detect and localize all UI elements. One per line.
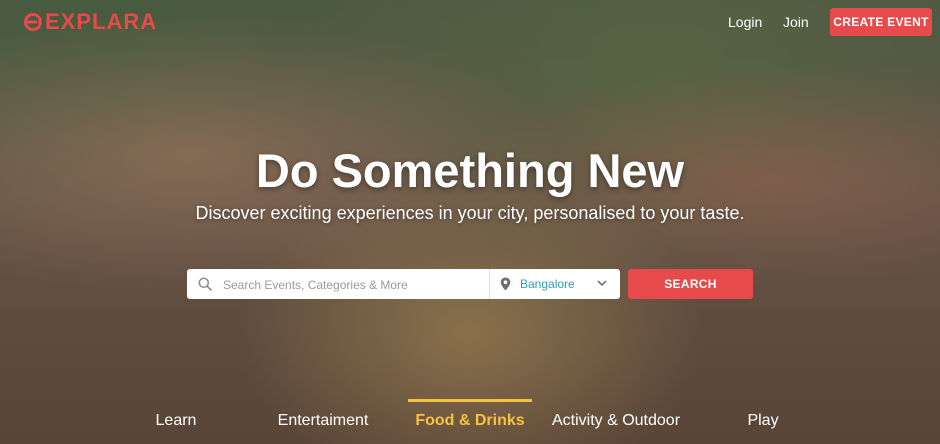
- hero-title: Do Something New: [255, 144, 685, 197]
- explara-logo[interactable]: EXPLARA: [22, 9, 157, 35]
- tab-learn[interactable]: Learn: [140, 412, 212, 432]
- search-button[interactable]: SEARCH: [628, 269, 753, 299]
- top-navigation: EXPLARA Login Join CREATE EVENT: [0, 0, 940, 44]
- tab-entertainment[interactable]: Entertaiment: [268, 412, 378, 432]
- chevron-down-icon[interactable]: [597, 280, 607, 287]
- login-link[interactable]: Login: [728, 14, 762, 30]
- tab-food-drinks[interactable]: Food & Drinks: [410, 412, 530, 432]
- join-link[interactable]: Join: [783, 14, 809, 30]
- search-icon: [198, 277, 212, 291]
- tab-play[interactable]: Play: [735, 412, 791, 432]
- search-input[interactable]: [221, 269, 475, 301]
- logo-mark-icon: [24, 13, 42, 31]
- search-divider: [489, 269, 490, 299]
- search-bar: Bangalore: [187, 269, 620, 301]
- logo-text: EXPLARA: [45, 9, 158, 34]
- tab-activity-outdoor[interactable]: Activity & Outdoor: [548, 412, 684, 432]
- hero-subtitle: Discover exciting experiences in your ci…: [195, 203, 745, 223]
- city-select-value[interactable]: Bangalore: [520, 277, 575, 291]
- map-pin-icon: [500, 277, 511, 291]
- create-event-button[interactable]: CREATE EVENT: [830, 8, 932, 36]
- active-tab-indicator: [408, 399, 532, 402]
